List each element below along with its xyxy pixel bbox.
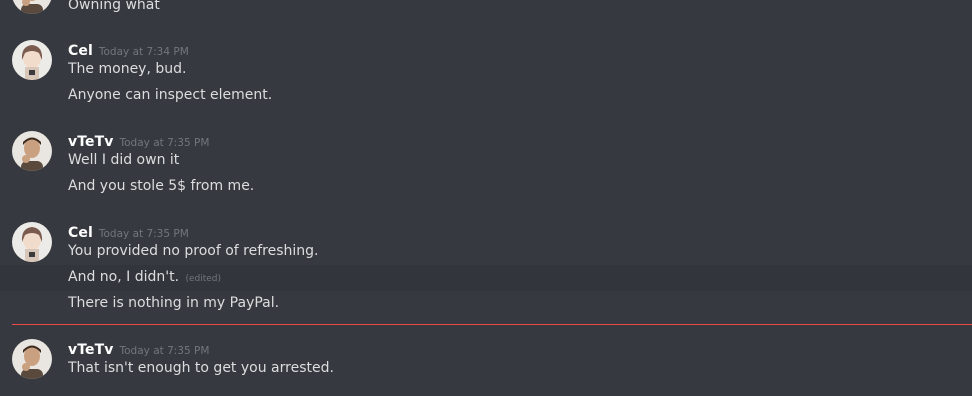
message-text: And no, I didn't. xyxy=(68,269,180,285)
message-header: Cel Today at 7:34 PM xyxy=(68,40,189,59)
message-text: There is nothing in my PayPal. xyxy=(68,295,280,311)
message-row-hovered[interactable]: And no, I didn't. (edited) xyxy=(0,265,972,291)
message-row[interactable]: Well I did own it xyxy=(0,148,972,174)
message-row[interactable]: You provided no proof of refreshing. xyxy=(0,239,972,265)
message-text: Anyone can inspect element. xyxy=(68,87,273,103)
message-text: Owning what xyxy=(68,0,160,13)
message-group-cel-2: Cel Today at 7:35 PM You provided no proo… xyxy=(0,222,972,320)
message-row[interactable]: Anyone can inspect element. xyxy=(0,83,972,109)
message-row[interactable]: Owning what xyxy=(0,0,972,19)
edited-label: (edited) xyxy=(185,274,222,284)
new-messages-divider xyxy=(12,324,972,325)
message-header: Cel Today at 7:35 PM xyxy=(68,222,189,241)
message-row[interactable]: That isn't enough to get you arrested. xyxy=(0,356,972,382)
message-text: And you stole 5$ from me. xyxy=(68,178,255,194)
message-group-vtetv-2: vTeTv Today at 7:35 PM That isn't enough … xyxy=(0,339,972,385)
message-row[interactable]: There is nothing in my PayPal. xyxy=(0,291,972,317)
message-group-vtetv-1: vTeTv Today at 7:35 PM Well I did own it … xyxy=(0,131,972,203)
message-text-edited: And no, I didn't. (edited) xyxy=(68,268,221,288)
message-group-cel-1: Cel Today at 7:34 PM The money, bud. Anyo… xyxy=(0,40,972,112)
message-text: You provided no proof of refreshing. xyxy=(68,243,319,259)
message-group-partial: Owning what xyxy=(0,0,972,20)
message-text: That isn't enough to get you arrested. xyxy=(68,360,334,376)
message-text: The money, bud. xyxy=(68,61,187,77)
message-row[interactable]: The money, bud. xyxy=(0,57,972,83)
message-row[interactable]: And you stole 5$ from me. xyxy=(0,174,972,200)
message-text: Well I did own it xyxy=(68,152,180,168)
message-header: vTeTv Today at 7:35 PM xyxy=(68,131,209,150)
message-header: vTeTv Today at 7:35 PM xyxy=(68,339,209,358)
chat-messages: Owning what Cel Today at 7:34 PM The mone… xyxy=(0,0,972,396)
